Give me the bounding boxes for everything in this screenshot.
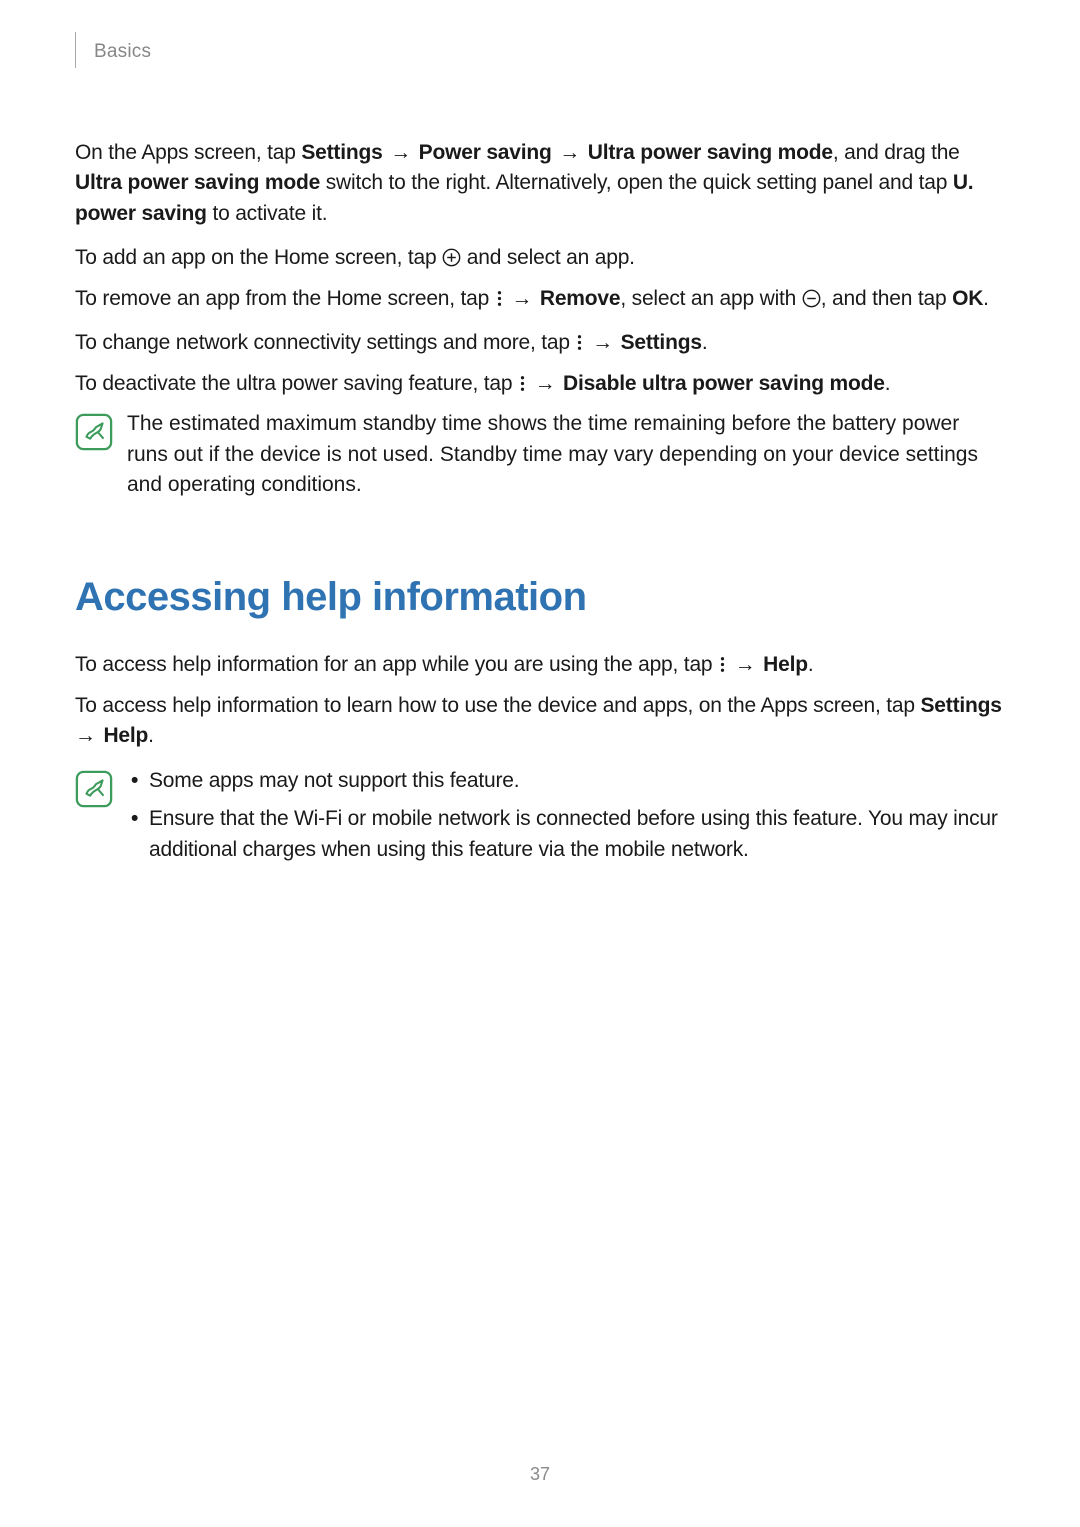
note-standby-time: The estimated maximum standby time shows…	[75, 409, 1005, 500]
page-header: Basics	[75, 38, 1005, 68]
page-content: On the Apps screen, tap Settings → Power…	[75, 138, 1005, 873]
note-list-item: Ensure that the Wi-Fi or mobile network …	[127, 804, 1005, 865]
minus-circle-icon	[802, 289, 821, 308]
paragraph-enable-ups: On the Apps screen, tap Settings → Power…	[75, 138, 1005, 229]
breadcrumb: Basics	[94, 38, 151, 66]
plus-circle-icon	[442, 248, 461, 267]
paragraph-help-app: To access help information for an app wh…	[75, 650, 1005, 680]
more-options-icon	[495, 289, 504, 308]
page-number: 37	[0, 1461, 1080, 1487]
paragraph-add-app: To add an app on the Home screen, tap an…	[75, 243, 1005, 273]
note-list-item: Some apps may not support this feature.	[127, 766, 1005, 796]
paragraph-deactivate-ups: To deactivate the ultra power saving fea…	[75, 369, 1005, 399]
paragraph-help-device: To access help information to learn how …	[75, 691, 1005, 752]
more-options-icon	[518, 374, 527, 393]
note-text: The estimated maximum standby time shows…	[127, 409, 1005, 500]
paragraph-remove-app: To remove an app from the Home screen, t…	[75, 284, 1005, 314]
note-help-caveats: Some apps may not support this feature. …	[75, 766, 1005, 873]
header-divider	[75, 32, 76, 68]
note-icon	[75, 770, 113, 808]
section-title-help: Accessing help information	[75, 568, 1005, 626]
note-icon	[75, 413, 113, 451]
note-list: Some apps may not support this feature. …	[127, 766, 1005, 865]
more-options-icon	[718, 655, 727, 674]
paragraph-network-settings: To change network connectivity settings …	[75, 328, 1005, 358]
